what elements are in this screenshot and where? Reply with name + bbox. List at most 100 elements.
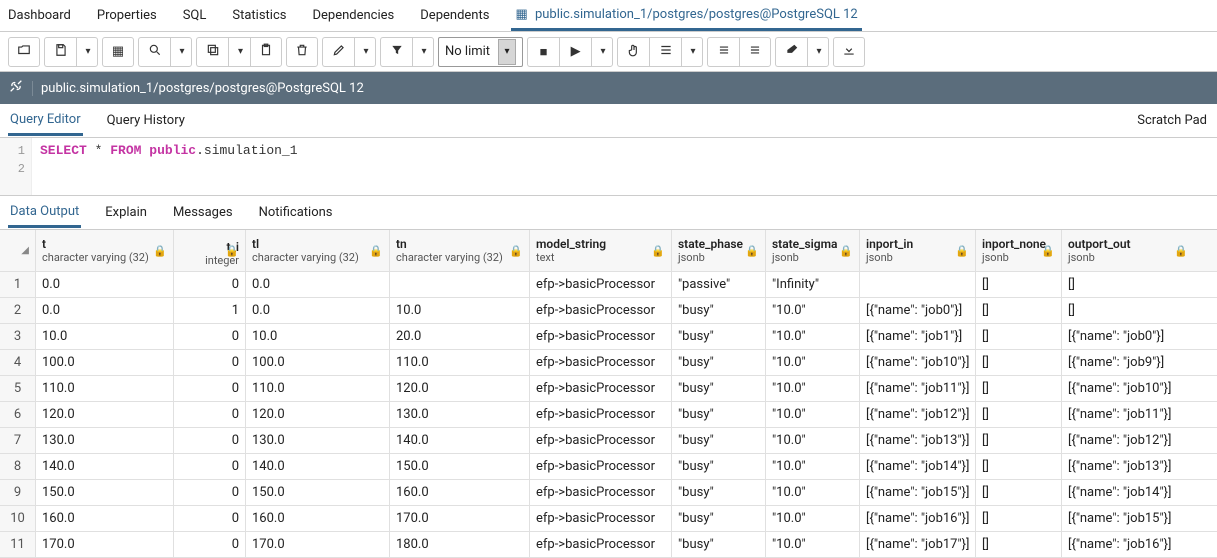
row-number[interactable]: 5 — [0, 376, 36, 401]
tab-dependents[interactable]: Dependents — [416, 2, 493, 29]
cell[interactable] — [390, 272, 530, 297]
edit-button[interactable] — [322, 37, 354, 67]
cell[interactable]: [] — [976, 532, 1062, 557]
cell[interactable]: 0.0 — [36, 298, 174, 323]
cell[interactable]: [] — [976, 376, 1062, 401]
cell[interactable]: 0 — [174, 506, 246, 531]
cell[interactable]: 130.0 — [390, 402, 530, 427]
tab-sql[interactable]: SQL — [179, 2, 211, 29]
cell[interactable]: [{"name": "job17"}] — [860, 532, 976, 557]
explain-dropdown[interactable]: ▾ — [681, 37, 703, 67]
tab-query-history[interactable]: Query History — [105, 107, 187, 134]
cell[interactable]: 140.0 — [36, 454, 174, 479]
cell[interactable]: "busy" — [672, 350, 766, 375]
cell[interactable]: [{"name": "job12"}] — [1062, 428, 1194, 453]
cell[interactable]: "10.0" — [766, 428, 860, 453]
cell[interactable]: 0 — [174, 272, 246, 297]
cell[interactable]: [] — [976, 506, 1062, 531]
cell[interactable]: "10.0" — [766, 480, 860, 505]
cell[interactable]: [{"name": "job11"}] — [860, 376, 976, 401]
cell[interactable]: [] — [976, 272, 1062, 297]
sql-editor[interactable]: 1 2 SELECT * FROM public.simulation_1 — [0, 138, 1217, 196]
cell[interactable]: 170.0 — [246, 532, 390, 557]
cell[interactable]: [] — [976, 298, 1062, 323]
cell[interactable]: 150.0 — [246, 480, 390, 505]
stop-button[interactable]: ■ — [527, 37, 559, 67]
cell[interactable]: 0.0 — [246, 298, 390, 323]
cell[interactable]: [{"name": "job14"}] — [860, 454, 976, 479]
copy-button[interactable] — [196, 37, 228, 67]
table-row[interactable]: 9150.00150.0160.0efp->basicProcessor"bus… — [0, 480, 1217, 506]
cell[interactable]: "10.0" — [766, 402, 860, 427]
cell[interactable]: efp->basicProcessor — [530, 298, 672, 323]
cell[interactable]: 20.0 — [390, 324, 530, 349]
cell[interactable]: "10.0" — [766, 298, 860, 323]
cell[interactable]: 110.0 — [390, 350, 530, 375]
cell[interactable]: [{"name": "job10"}] — [1062, 376, 1194, 401]
filter-dropdown[interactable]: ▾ — [412, 37, 434, 67]
explain-analyze-button[interactable] — [649, 37, 681, 67]
cell[interactable]: efp->basicProcessor — [530, 272, 672, 297]
cell[interactable]: 110.0 — [246, 376, 390, 401]
cell[interactable]: "10.0" — [766, 324, 860, 349]
row-number[interactable]: 1 — [0, 272, 36, 297]
cell[interactable]: "Infinity" — [766, 272, 860, 297]
column-header[interactable]: tcharacter varying (32)🔒 — [36, 230, 174, 271]
cell[interactable]: "busy" — [672, 454, 766, 479]
tab-dependencies[interactable]: Dependencies — [308, 2, 398, 29]
clear-dropdown[interactable]: ▾ — [807, 37, 829, 67]
sql-code[interactable]: SELECT * FROM public.simulation_1 — [32, 138, 306, 195]
tab-explain[interactable]: Explain — [103, 199, 149, 226]
cell[interactable]: 150.0 — [390, 454, 530, 479]
save-button[interactable] — [44, 37, 76, 67]
cell[interactable]: "busy" — [672, 480, 766, 505]
cell[interactable]: 10.0 — [36, 324, 174, 349]
cell[interactable]: efp->basicProcessor — [530, 506, 672, 531]
row-number[interactable]: 8 — [0, 454, 36, 479]
cell[interactable]: 120.0 — [390, 376, 530, 401]
table-row[interactable]: 8140.00140.0150.0efp->basicProcessor"bus… — [0, 454, 1217, 480]
cell[interactable]: "busy" — [672, 402, 766, 427]
column-header[interactable]: inport_injsonb🔒 — [860, 230, 976, 271]
table-row[interactable]: 10160.00160.0170.0efp->basicProcessor"bu… — [0, 506, 1217, 532]
copy-dropdown[interactable]: ▾ — [228, 37, 250, 67]
tab-dashboard[interactable]: Dashboard — [4, 2, 75, 29]
edit-dropdown[interactable]: ▾ — [354, 37, 376, 67]
clear-button[interactable] — [775, 37, 807, 67]
cell[interactable]: 150.0 — [36, 480, 174, 505]
cell[interactable]: 170.0 — [390, 506, 530, 531]
open-file-button[interactable] — [8, 37, 40, 67]
cell[interactable]: "busy" — [672, 428, 766, 453]
column-header[interactable]: t_iinteger🔒 — [174, 230, 246, 271]
cell[interactable]: [] — [976, 480, 1062, 505]
cell[interactable]: "busy" — [672, 376, 766, 401]
cell[interactable]: "busy" — [672, 506, 766, 531]
cell[interactable]: "10.0" — [766, 506, 860, 531]
cell[interactable]: efp->basicProcessor — [530, 324, 672, 349]
cell[interactable]: [{"name": "job13"}] — [1062, 454, 1194, 479]
cell[interactable]: [{"name": "job1"}] — [860, 324, 976, 349]
row-number[interactable]: 9 — [0, 480, 36, 505]
column-header[interactable]: outport_outjsonb🔒 — [1062, 230, 1194, 271]
cell[interactable]: 10.0 — [246, 324, 390, 349]
cell[interactable]: efp->basicProcessor — [530, 480, 672, 505]
cell[interactable]: [{"name": "job9"}] — [1062, 350, 1194, 375]
cell[interactable]: "10.0" — [766, 532, 860, 557]
table-row[interactable]: 4100.00100.0110.0efp->basicProcessor"bus… — [0, 350, 1217, 376]
column-header[interactable]: tncharacter varying (32)🔒 — [390, 230, 530, 271]
cell[interactable]: [{"name": "job12"}] — [860, 402, 976, 427]
cell[interactable]: [{"name": "job10"}] — [860, 350, 976, 375]
cell[interactable]: efp->basicProcessor — [530, 428, 672, 453]
cell[interactable]: 120.0 — [36, 402, 174, 427]
row-number[interactable]: 10 — [0, 506, 36, 531]
cell[interactable]: [{"name": "job15"}] — [1062, 506, 1194, 531]
table-row[interactable]: 10.000.0efp->basicProcessor"passive""Inf… — [0, 272, 1217, 298]
cell[interactable]: [] — [976, 350, 1062, 375]
cell[interactable]: 140.0 — [390, 428, 530, 453]
cell[interactable]: [{"name": "job16"}] — [1062, 532, 1194, 557]
cell[interactable]: 0 — [174, 454, 246, 479]
cell[interactable]: "busy" — [672, 298, 766, 323]
tab-messages[interactable]: Messages — [171, 199, 235, 226]
table-row[interactable]: 11170.00170.0180.0efp->basicProcessor"bu… — [0, 532, 1217, 558]
cell[interactable]: 170.0 — [36, 532, 174, 557]
